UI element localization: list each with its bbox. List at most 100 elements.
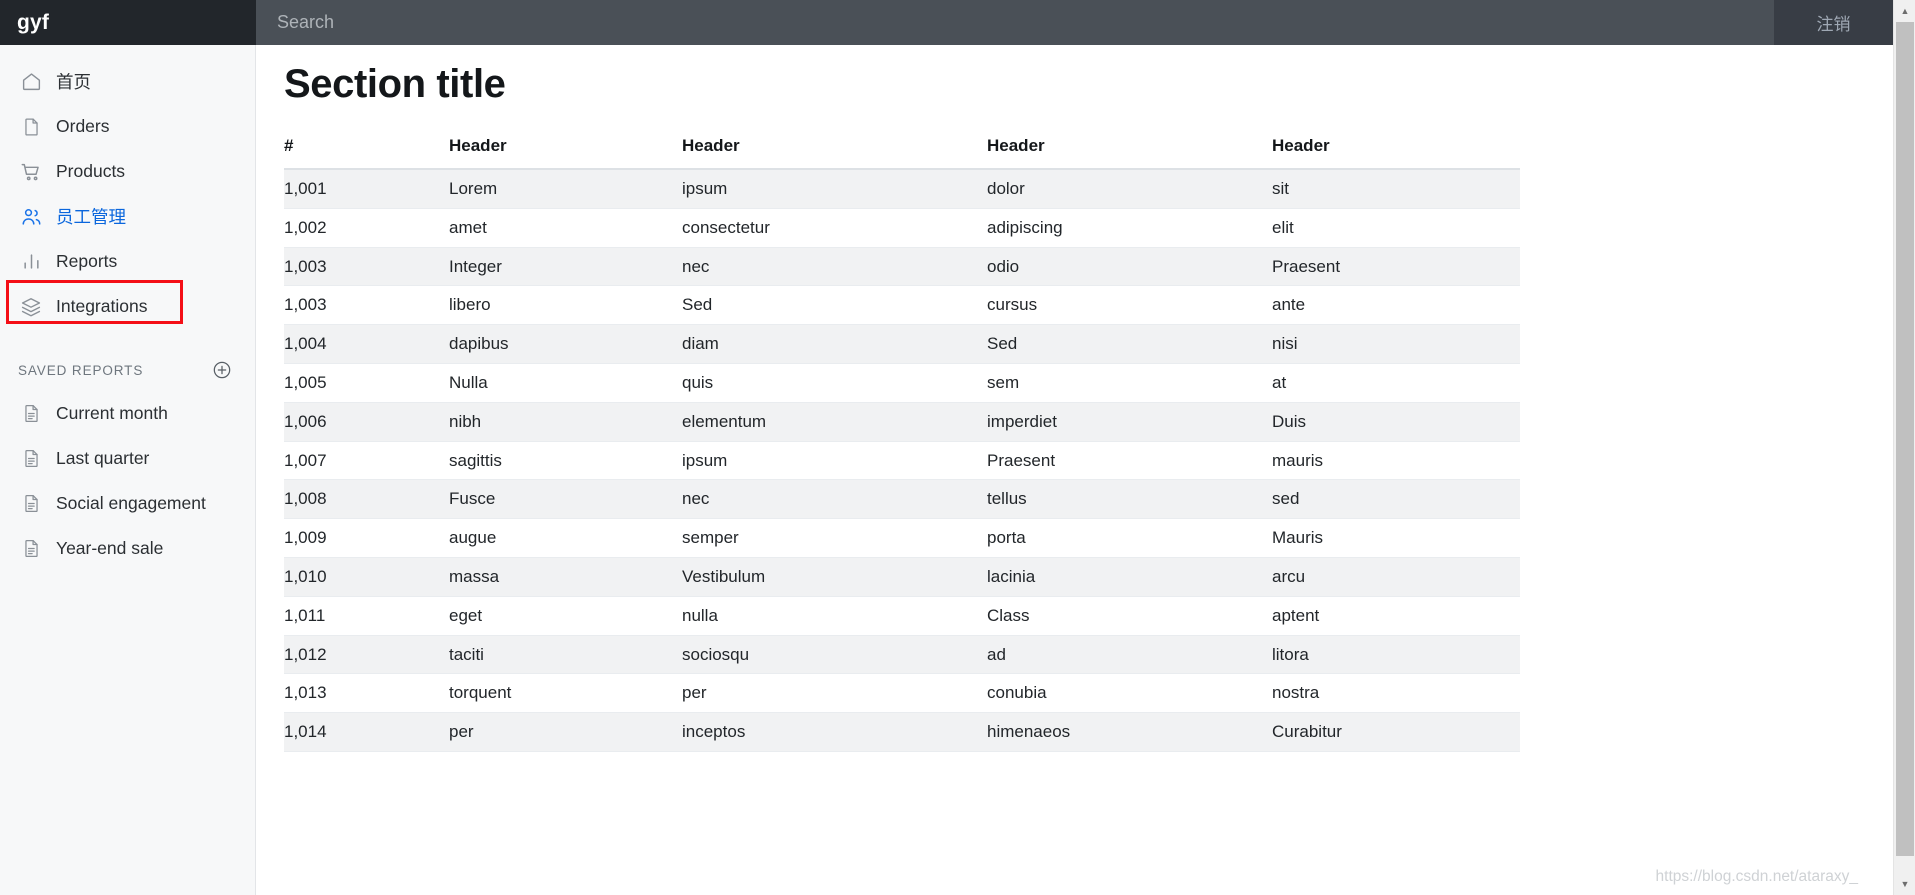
cell-col1: eget <box>449 596 682 636</box>
cell-id: 1,003 <box>284 247 449 287</box>
cell-id: 1,011 <box>284 596 449 636</box>
sidebar-item-employee-management[interactable]: 员工管理 <box>0 194 255 239</box>
table-row[interactable]: 1,003 Integer nec odio Praesent <box>284 247 1520 287</box>
cell-col3: tellus <box>987 479 1272 520</box>
table-body: 1,001 Lorem ipsum dolor sit 1,002 amet consecte… <box>284 169 1520 752</box>
cell-col4: Praesent <box>1272 247 1520 287</box>
cell-col3: adipiscing <box>987 208 1272 248</box>
cell-col1: Nulla <box>449 363 682 403</box>
sidebar-item-orders[interactable]: Orders <box>0 104 255 149</box>
cell-id: 1,012 <box>284 635 449 675</box>
cell-id: 1,001 <box>284 169 449 209</box>
sidebar-item-label: Reports <box>56 251 118 271</box>
sidebar-item-label: 首页 <box>56 72 91 92</box>
cell-col1: augue <box>449 518 682 558</box>
cell-col3: conubia <box>987 673 1272 714</box>
cell-col2: elementum <box>682 402 987 442</box>
logout-button-label: 注销 <box>1816 15 1851 34</box>
vertical-scrollbar[interactable]: ▲ ▼ <box>1893 0 1915 895</box>
cell-col4: nisi <box>1272 324 1520 364</box>
search-container <box>256 0 1774 45</box>
cell-col1: massa <box>449 557 682 597</box>
plus-circle-icon[interactable] <box>211 359 233 381</box>
table-row[interactable]: 1,001 Lorem ipsum dolor sit <box>284 169 1520 209</box>
table-row[interactable]: 1,005 Nulla quis sem at <box>284 363 1520 403</box>
cell-col2: Sed <box>682 285 987 326</box>
cell-col4: nostra <box>1272 673 1520 714</box>
sidebar-item-label: Year-end sale <box>56 538 164 558</box>
cell-col4: Duis <box>1272 402 1520 442</box>
sidebar: 首页 Orders Products 员工管理 Reports Integrat… <box>0 45 256 895</box>
table-row[interactable]: 1,014 per inceptos himenaeos Curabitur <box>284 712 1520 752</box>
cell-col2: diam <box>682 324 987 364</box>
search-input[interactable] <box>275 0 1774 45</box>
cell-col3: odio <box>987 247 1272 287</box>
column-header-id[interactable]: # <box>284 136 449 170</box>
column-header-3[interactable]: Header <box>987 136 1272 170</box>
brand-logo[interactable]: gyf <box>0 0 256 45</box>
table-row[interactable]: 1,006 nibh elementum imperdiet Duis <box>284 402 1520 442</box>
cell-col3: himenaeos <box>987 712 1272 752</box>
cell-col2: Vestibulum <box>682 557 987 597</box>
table-row[interactable]: 1,003 libero Sed cursus ante <box>284 285 1520 326</box>
cell-col4: arcu <box>1272 557 1520 597</box>
cell-col2: nec <box>682 247 987 287</box>
cell-id: 1,004 <box>284 324 449 364</box>
cell-id: 1,013 <box>284 673 449 714</box>
sidebar-item-last-quarter[interactable]: Last quarter <box>0 436 255 481</box>
sidebar-item-integrations[interactable]: Integrations <box>0 284 255 329</box>
table-row[interactable]: 1,002 amet consectetur adipiscing elit <box>284 208 1520 248</box>
cell-col4: aptent <box>1272 596 1520 636</box>
cell-col3: cursus <box>987 285 1272 326</box>
scrollbar-thumb[interactable] <box>1896 22 1914 856</box>
sidebar-item-year-end-sale[interactable]: Year-end sale <box>0 526 255 571</box>
sidebar-item-current-month[interactable]: Current month <box>0 391 255 436</box>
cell-col4: elit <box>1272 208 1520 248</box>
table-row[interactable]: 1,007 sagittis ipsum Praesent mauris <box>284 441 1520 481</box>
layers-icon <box>18 296 44 318</box>
column-header-4[interactable]: Header <box>1272 136 1520 170</box>
cell-col3: Sed <box>987 324 1272 364</box>
sidebar-item-products[interactable]: Products <box>0 149 255 194</box>
logout-button[interactable]: 注销 <box>1774 0 1893 45</box>
column-header-2[interactable]: Header <box>682 136 987 170</box>
cell-col1: Fusce <box>449 479 682 520</box>
cell-col2: consectetur <box>682 208 987 248</box>
cell-col3: porta <box>987 518 1272 558</box>
scroll-up-arrow-icon[interactable]: ▲ <box>1894 0 1915 22</box>
table-header-row: # Header Header Header Header <box>284 136 1520 170</box>
cell-col1: nibh <box>449 402 682 442</box>
cell-col4: litora <box>1272 635 1520 675</box>
cell-col4: sit <box>1272 169 1520 209</box>
table-row[interactable]: 1,010 massa Vestibulum lacinia arcu <box>284 557 1520 597</box>
table-row[interactable]: 1,011 eget nulla Class aptent <box>284 596 1520 636</box>
cell-col1: per <box>449 712 682 752</box>
cell-col1: taciti <box>449 635 682 675</box>
column-header-1[interactable]: Header <box>449 136 682 170</box>
sidebar-item-social-engagement[interactable]: Social engagement <box>0 481 255 526</box>
cell-col2: per <box>682 673 987 714</box>
cell-id: 1,008 <box>284 479 449 520</box>
cell-col2: sociosqu <box>682 635 987 675</box>
table-row[interactable]: 1,009 augue semper porta Mauris <box>284 518 1520 558</box>
sidebar-item-reports[interactable]: Reports <box>0 239 255 284</box>
brand-logo-text: gyf <box>17 10 50 34</box>
cell-col1: libero <box>449 285 682 326</box>
table-row[interactable]: 1,013 torquent per conubia nostra <box>284 673 1520 714</box>
top-bar: gyf 注销 <box>0 0 1893 45</box>
users-icon <box>18 206 44 228</box>
cell-col2: semper <box>682 518 987 558</box>
table-row[interactable]: 1,008 Fusce nec tellus sed <box>284 479 1520 520</box>
cell-col1: amet <box>449 208 682 248</box>
app-root: gyf 注销 首页 Orders <box>0 0 1915 895</box>
cell-col3: Praesent <box>987 441 1272 481</box>
cell-col4: Curabitur <box>1272 712 1520 752</box>
cell-col4: at <box>1272 363 1520 403</box>
table-row[interactable]: 1,012 taciti sociosqu ad litora <box>284 635 1520 675</box>
table-row[interactable]: 1,004 dapibus diam Sed nisi <box>284 324 1520 364</box>
sidebar-item-home[interactable]: 首页 <box>0 59 255 104</box>
scroll-down-arrow-icon[interactable]: ▼ <box>1894 873 1915 895</box>
cell-id: 1,010 <box>284 557 449 597</box>
cell-col2: ipsum <box>682 169 987 209</box>
file-text-icon <box>18 448 44 470</box>
